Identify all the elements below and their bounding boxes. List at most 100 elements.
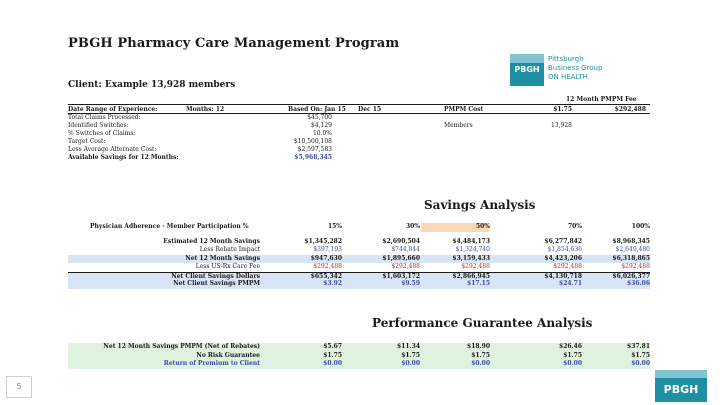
experience-label: Less Average Alternate Cost: — [68, 146, 157, 153]
experience-row: % Switches of Claims: 10.0% — [68, 130, 650, 138]
performance-cell: $0.00 — [401, 360, 420, 367]
savings-cell: $292,488 — [621, 263, 650, 270]
experience-value: $10,500,108 — [293, 138, 332, 145]
logo-line-1: Pittsburgh — [548, 55, 584, 63]
savings-row: Less Rebate Impact $397,193 $744,844 $1,… — [68, 246, 650, 255]
performance-cell: $37.81 — [627, 343, 650, 350]
savings-cell: $2,649,480 — [615, 246, 650, 253]
savings-label: Estimated 12 Month Savings — [163, 237, 260, 245]
page-number: 5 — [6, 376, 32, 398]
performance-cell: $0.00 — [631, 360, 650, 367]
savings-cell: $397,193 — [313, 246, 342, 253]
savings-cell: $6,277,842 — [544, 237, 582, 245]
client-heading: Client: Example 13,928 members — [68, 80, 236, 90]
savings-cell: $24.71 — [559, 280, 582, 287]
footer-logo: PBGH — [655, 370, 707, 402]
savings-cell: $292,488 — [553, 263, 582, 270]
performance-cell: $0.00 — [563, 360, 582, 367]
performance-label: Net 12 Month Savings PMPM (Net of Rebate… — [103, 343, 260, 350]
savings-row: Less US-Rx Care Fee $292,488 $292,488 $2… — [68, 263, 650, 272]
logo-stripe — [510, 54, 544, 63]
experience-row: Total Claims Processed: $45,700 — [68, 114, 650, 122]
performance-cell: $0.00 — [323, 360, 342, 367]
footer-logo-text: PBGH — [655, 378, 707, 402]
savings-analysis-title: Savings Analysis — [424, 198, 536, 212]
date-range-label: Date Range of Experience: — [68, 106, 158, 113]
experience-label: Identified Switches: — [68, 122, 129, 129]
through-label: Dec 15 — [358, 106, 382, 113]
performance-row: No Risk Guarantee $1.75 $1.75 $1.75 $1.7… — [68, 351, 650, 360]
experience-row: Available Savings for 12 Months: $5,968,… — [68, 154, 650, 162]
performance-cell: $0.00 — [471, 360, 490, 367]
savings-cell: $36.06 — [627, 280, 650, 287]
performance-cell: $18.90 — [467, 343, 490, 350]
annual-fee-value: $292,488 — [614, 106, 646, 113]
savings-cell: $1,895,660 — [382, 254, 420, 262]
savings-cell: $744,844 — [391, 246, 420, 253]
experience-label: % Switches of Claims: — [68, 130, 136, 137]
pmpm-cost-label: PMPM Cost — [444, 106, 484, 113]
members-value: 13,928 — [551, 122, 572, 129]
performance-label: No Risk Guarantee — [196, 351, 260, 359]
savings-cell: $292,488 — [313, 263, 342, 270]
performance-row: Net 12 Month Savings PMPM (Net of Rebate… — [68, 343, 650, 352]
experience-table: Date Range of Experience: Months: 12 Bas… — [68, 104, 650, 162]
performance-cell: $11.34 — [397, 343, 420, 350]
savings-header-row: Physician Adherence - Member Participati… — [68, 223, 650, 232]
savings-row: Net Client Savings Dollars $655,342 $1,6… — [68, 271, 650, 280]
performance-cell: $1.75 — [471, 351, 490, 359]
savings-cell: $3,159,433 — [452, 254, 490, 262]
col-header: 50% — [475, 223, 490, 230]
savings-cell: $4,423,206 — [544, 254, 582, 262]
savings-cell: $8,968,345 — [612, 237, 650, 245]
savings-cell: $4,484,173 — [452, 237, 490, 245]
logo-line-2: Business Group — [548, 64, 603, 72]
based-on-label: Based On: Jan 15 — [288, 106, 346, 113]
col-header: 15% — [327, 223, 342, 230]
savings-cell: $3.92 — [323, 280, 342, 287]
performance-cell: $1.75 — [323, 351, 342, 359]
logo-badge: PBGH — [510, 54, 544, 86]
savings-cell: $292,488 — [461, 263, 490, 270]
performance-analysis-title: Performance Guarantee Analysis — [372, 316, 593, 330]
experience-label: Available Savings for 12 Months: — [68, 154, 179, 161]
savings-label: Net 12 Month Savings — [185, 254, 260, 262]
performance-cell: $1.75 — [401, 351, 420, 359]
savings-table: Physician Adherence - Member Participati… — [68, 223, 650, 289]
pmpm-fee-header: 12 Month PMPM Fee — [566, 96, 637, 103]
performance-cell: $1.75 — [563, 351, 582, 359]
savings-cell: $1,324,740 — [455, 246, 490, 253]
page-title: PBGH Pharmacy Care Management Program — [68, 36, 400, 51]
performance-table: Net 12 Month Savings PMPM (Net of Rebate… — [68, 343, 650, 369]
performance-row: Return of Premium to Client $0.00 $0.00 … — [68, 360, 650, 369]
pbgh-logo: PBGH Pittsburgh Business Group ON HEALTH — [510, 54, 632, 86]
experience-row: Identified Switches: $4,129 Members 13,9… — [68, 122, 650, 130]
experience-value: $4,129 — [311, 122, 332, 129]
experience-header-row: Date Range of Experience: Months: 12 Bas… — [68, 104, 650, 114]
col-header: 100% — [631, 223, 650, 230]
savings-cell: $6,318,865 — [612, 254, 650, 262]
logo-badge-text: PBGH — [514, 65, 540, 74]
savings-row: Estimated 12 Month Savings $1,345,282 $2… — [68, 238, 650, 247]
pmpm-cost-value: $1.75 — [553, 106, 572, 113]
months-label: Months: 12 — [186, 106, 225, 113]
experience-value: $2,597,583 — [297, 146, 332, 153]
adherence-label: Physician Adherence - Member Participati… — [90, 223, 249, 230]
experience-value: 10.0% — [312, 130, 332, 137]
savings-cell: $292,488 — [391, 263, 420, 270]
members-label: Members — [444, 122, 473, 129]
savings-row: Net 12 Month Savings $947,630 $1,895,660… — [68, 254, 650, 263]
savings-cell: $1,345,282 — [304, 237, 342, 245]
col-header: 30% — [405, 223, 420, 230]
col-header: 70% — [567, 223, 582, 230]
savings-row: Net Client Savings PMPM $3.92 $9.59 $17.… — [68, 280, 650, 289]
performance-cell: $26.46 — [559, 343, 582, 350]
savings-cell: $9.59 — [401, 280, 420, 287]
experience-row: Target Cost: $10,500,108 — [68, 138, 650, 146]
performance-cell: $1.75 — [631, 351, 650, 359]
savings-cell: $1,854,636 — [547, 246, 582, 253]
savings-cell: $947,630 — [310, 254, 342, 262]
experience-value: $45,700 — [307, 114, 332, 121]
experience-label: Target Cost: — [68, 138, 106, 145]
footer-logo-stripe — [655, 370, 707, 378]
